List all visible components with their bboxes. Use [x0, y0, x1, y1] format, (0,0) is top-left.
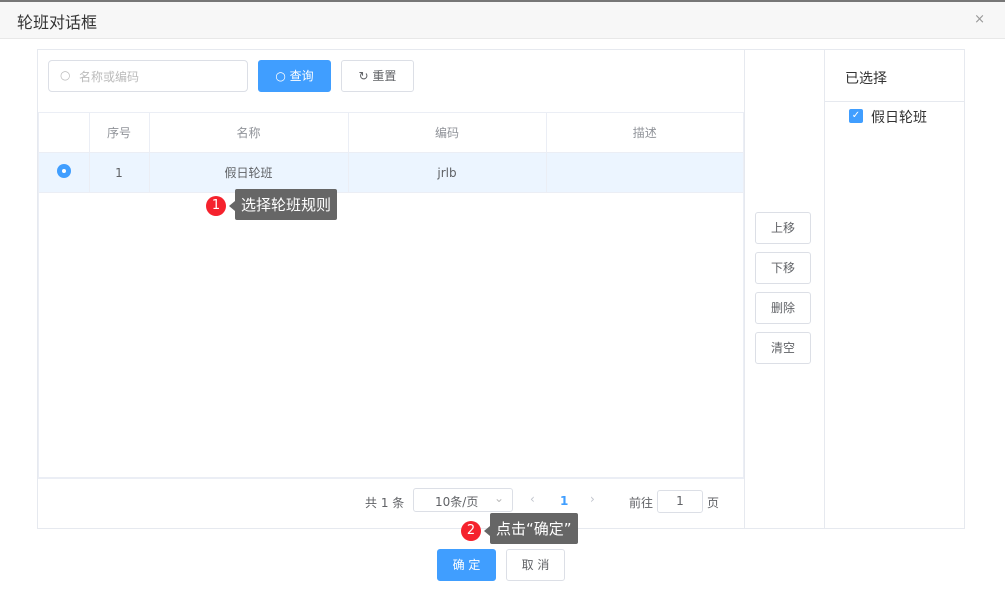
close-icon[interactable]: ×	[974, 12, 985, 27]
header-name: 名称	[149, 112, 349, 153]
confirm-button[interactable]: 确 定	[437, 549, 496, 581]
total-count: 共 1 条	[365, 496, 405, 510]
reset-label: 重置	[372, 69, 397, 83]
dialog-header	[0, 2, 1005, 39]
search-icon: ○	[275, 69, 290, 83]
cancel-button[interactable]: 取 消	[506, 549, 565, 581]
cell-name: 假日轮班	[149, 152, 349, 193]
clear-button[interactable]: 清空	[755, 332, 811, 364]
goto-page-input[interactable]: 1	[657, 490, 703, 513]
move-up-button[interactable]: 上移	[755, 212, 811, 244]
page-size-select[interactable]: 10条/页 ⌄	[413, 488, 513, 512]
search-icon: ○	[60, 68, 71, 82]
divider	[744, 49, 745, 529]
goto-label: 前往	[629, 496, 654, 510]
search-placeholder: 名称或编码	[79, 70, 140, 84]
annotation-badge: 1	[206, 196, 226, 216]
search-input[interactable]: ○ 名称或编码	[48, 60, 248, 92]
header-code: 编码	[348, 112, 547, 153]
selected-item: 假日轮班	[871, 110, 927, 126]
dialog-title: 轮班对话框	[17, 13, 98, 32]
row-radio[interactable]	[39, 152, 90, 193]
prev-page-icon[interactable]: ‹	[530, 492, 535, 506]
page-size-value: 10条/页	[435, 495, 479, 509]
annotation-badge: 2	[461, 521, 481, 541]
header-desc: 描述	[546, 112, 743, 153]
cell-desc	[546, 152, 743, 193]
refresh-icon: ↻	[358, 69, 373, 83]
chevron-down-icon: ⌄	[493, 491, 504, 505]
move-down-button[interactable]: 下移	[755, 252, 811, 284]
table-header-row: 序号 名称 编码 描述	[39, 112, 743, 153]
radio-checked[interactable]	[56, 164, 71, 178]
header-index: 序号	[89, 112, 150, 153]
table-row[interactable]: 1 假日轮班 jrlb	[39, 152, 743, 193]
current-page[interactable]: 1	[560, 494, 568, 508]
delete-button[interactable]: 删除	[755, 292, 811, 324]
cell-index: 1	[89, 152, 150, 193]
header-select	[39, 112, 90, 153]
selected-title: 已选择	[845, 71, 887, 87]
annotation-tooltip: 选择轮班规则	[235, 189, 338, 220]
divider	[824, 49, 825, 529]
page-suffix: 页	[707, 496, 720, 510]
query-button[interactable]: ○ 查询	[258, 60, 331, 92]
next-page-icon[interactable]: ›	[590, 492, 595, 506]
query-label: 查询	[289, 69, 314, 83]
annotation-tooltip: 点击“确定”	[490, 513, 578, 544]
data-table: 序号 名称 编码 描述 1 假日轮班 jrlb	[38, 112, 744, 478]
cell-code: jrlb	[348, 152, 547, 193]
reset-button[interactable]: ↻ 重置	[341, 60, 414, 92]
divider	[825, 101, 964, 102]
checkbox-checked-icon[interactable]: ✓	[849, 109, 863, 123]
